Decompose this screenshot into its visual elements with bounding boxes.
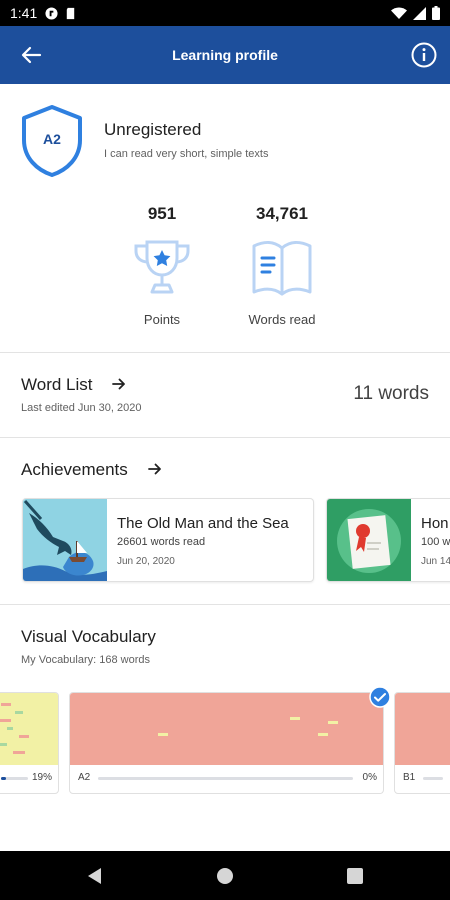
page-title: Learning profile [172, 47, 278, 63]
points-label: Points [143, 312, 181, 327]
achievement-card[interactable]: Hon 100 w Jun 14 [326, 498, 450, 582]
back-arrow-icon[interactable] [16, 40, 46, 70]
words-read-value: 34,761 [256, 204, 308, 223]
achievements-link[interactable]: Achievements [21, 460, 163, 480]
trophy-icon [134, 240, 190, 294]
status-bar: 1:41 [0, 0, 450, 26]
vocab-level-card[interactable]: 19% [0, 692, 59, 794]
info-icon[interactable] [410, 41, 438, 69]
vocab-progress-bar [1, 777, 28, 780]
vocab-heatmap [0, 693, 58, 765]
marlin-illustration [23, 499, 107, 581]
level-description: I can read very short, simple texts [104, 148, 269, 160]
battery-icon [432, 6, 440, 20]
word-list-title: Word List [21, 375, 93, 394]
level-badge-label: A2 [43, 131, 61, 147]
arrow-right-icon [147, 463, 161, 475]
vocab-heatmap [70, 693, 383, 765]
vocab-heatmap [395, 693, 450, 765]
word-list-link[interactable]: Word List [21, 375, 127, 395]
achievement-title: Hon [421, 515, 449, 532]
arrow-right-icon [112, 378, 126, 390]
vocab-progress-bar [423, 777, 443, 780]
wifi-icon [391, 7, 407, 19]
level-badge: A2 [20, 104, 84, 178]
vocab-progress-bar [98, 777, 353, 780]
word-list-count: 11 words [353, 383, 429, 404]
achievements-title: Achievements [21, 460, 128, 479]
vocab-level-label: A2 [78, 772, 91, 783]
nav-recents-icon[interactable] [344, 865, 366, 887]
vocab-level-card[interactable]: A2 0% [69, 692, 384, 794]
vocab-progress-percent: 19% [31, 772, 52, 783]
certificate-illustration [327, 499, 411, 581]
book-icon [252, 241, 312, 296]
visual-vocabulary-title: Visual Vocabulary [21, 627, 156, 646]
achievement-date: Jun 14 [421, 556, 450, 567]
status-time: 1:41 [10, 5, 38, 21]
achievement-words: 26601 words read [117, 536, 206, 548]
visual-vocabulary-subtitle: My Vocabulary: 168 words [21, 654, 151, 666]
words-read-label: Words read [248, 312, 316, 327]
selected-check-icon [369, 686, 391, 708]
app-bar: Learning profile [0, 26, 450, 84]
notification-icon [45, 6, 58, 20]
learning-profile-screen: 1:41 Learning profile A2 Unregistered I … [0, 0, 450, 900]
points-stat: 951 Points [107, 204, 217, 327]
achievement-words: 100 w [421, 536, 450, 548]
divider [0, 352, 450, 353]
achievement-title: The Old Man and the Sea [117, 515, 289, 532]
vocab-level-label: B1 [403, 772, 416, 783]
level-title: Unregistered [104, 120, 202, 139]
system-nav-bar [0, 851, 450, 900]
points-value: 951 [147, 204, 177, 223]
achievement-date: Jun 20, 2020 [117, 556, 175, 567]
sd-card-icon [67, 7, 75, 19]
vocab-level-card[interactable]: B1 [394, 692, 450, 794]
word-list-last-edited: Last edited Jun 30, 2020 [21, 402, 142, 414]
achievement-card[interactable]: The Old Man and the Sea 26601 words read… [22, 498, 314, 582]
signal-icon [413, 6, 426, 20]
divider [0, 437, 450, 438]
nav-home-icon[interactable] [214, 865, 236, 887]
status-indicators [391, 6, 440, 20]
nav-back-icon[interactable] [84, 865, 106, 887]
divider [0, 604, 450, 605]
words-read-stat: 34,761 Words read [227, 204, 337, 327]
vocab-progress-percent: 0% [362, 772, 377, 783]
